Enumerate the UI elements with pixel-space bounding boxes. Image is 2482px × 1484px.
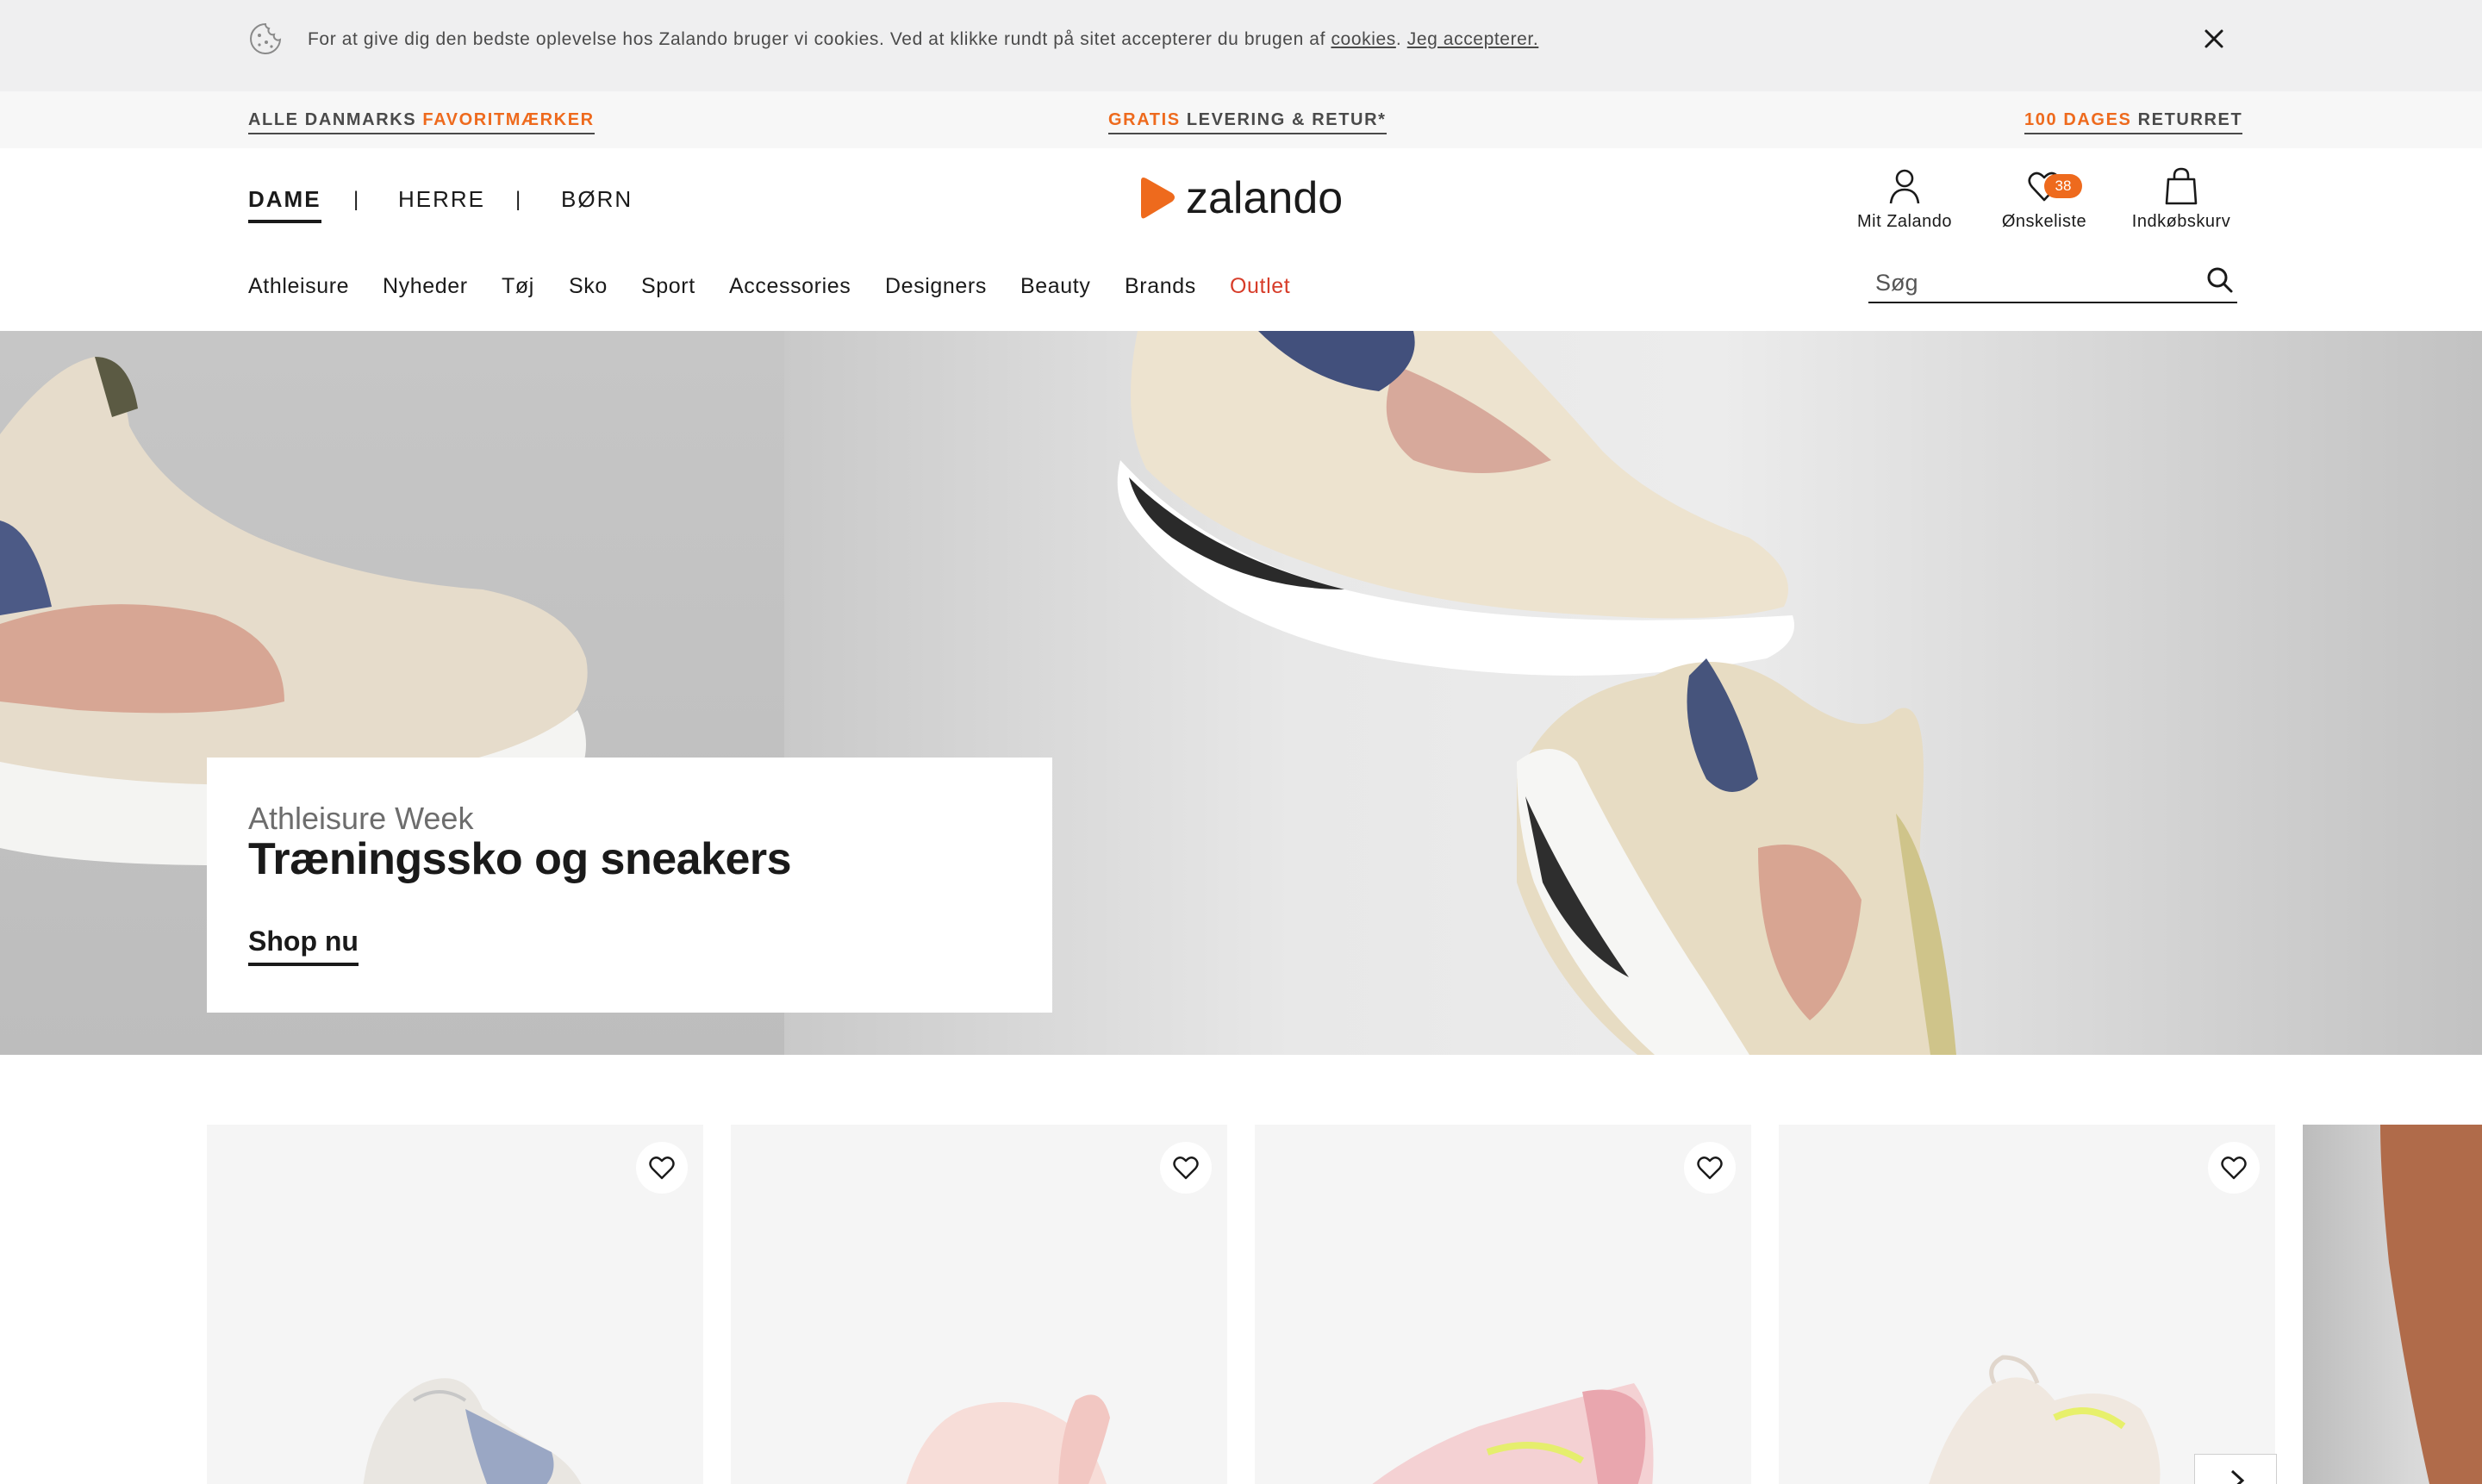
product-card[interactable]	[1255, 1125, 1751, 1484]
cookie-message: For at give dig den bedste oplevelse hos…	[308, 29, 1539, 49]
wishlist-label: Ønskeliste	[2001, 212, 2087, 231]
logo-text: zalando	[1186, 173, 1344, 223]
heart-icon	[2221, 1157, 2247, 1180]
wishlist-toggle[interactable]	[2208, 1142, 2260, 1194]
cookie-banner: For at give dig den bedste oplevelse hos…	[0, 0, 2482, 91]
promo-favorite-brands[interactable]: ALLE DANMARKS FAVORITMÆRKER	[248, 110, 595, 134]
nav-outlet[interactable]: Outlet	[1230, 274, 1290, 299]
wishlist-toggle[interactable]	[636, 1142, 688, 1194]
heart-icon	[1697, 1157, 1723, 1180]
nav-brands[interactable]: Brands	[1125, 274, 1196, 299]
wishlist-toggle[interactable]	[1684, 1142, 1736, 1194]
nav-athleisure[interactable]: Athleisure	[248, 274, 349, 299]
wishlist-button[interactable]: 38 Ønskeliste	[1992, 167, 2096, 232]
chevron-right-icon	[2230, 1469, 2245, 1484]
logo-play-icon	[1141, 178, 1175, 219]
promo-strip: ALLE DANMARKS FAVORITMÆRKER GRATIS LEVER…	[0, 91, 2482, 148]
hero-promo-card: Athleisure Week Træningssko og sneakers …	[207, 758, 1052, 1013]
product-image	[1372, 1383, 1654, 1484]
product-image	[906, 1394, 1110, 1484]
nav-sko[interactable]: Sko	[569, 274, 608, 299]
heart-icon	[1173, 1157, 1199, 1180]
product-image	[2380, 1125, 2482, 1484]
cookie-icon	[250, 22, 282, 54]
promo-return-policy[interactable]: 100 DAGES RETURRET	[2024, 110, 2243, 134]
account-label: Mit Zalando	[1857, 212, 1952, 231]
product-image	[363, 1378, 582, 1484]
zalando-logo[interactable]: zalando	[1136, 172, 1346, 224]
wishlist-count-badge: 38	[2044, 174, 2082, 198]
search-input[interactable]	[1875, 267, 2186, 298]
hero-title: Træningssko og sneakers	[248, 834, 792, 884]
search-bar	[1868, 264, 2237, 303]
cart-button[interactable]: Indkøbskurv	[2125, 167, 2237, 232]
product-image	[1929, 1355, 2161, 1484]
user-icon	[1889, 169, 1920, 204]
nav-accessories[interactable]: Accessories	[729, 274, 851, 299]
nav-designers[interactable]: Designers	[885, 274, 987, 299]
gender-tab-herre[interactable]: HERRE	[398, 186, 485, 213]
cookies-link[interactable]: cookies	[1331, 29, 1395, 49]
shopping-bag-icon	[2165, 167, 2198, 205]
hero-subtitle: Athleisure Week	[248, 801, 474, 836]
gender-tab-dame[interactable]: DAME	[248, 186, 321, 223]
product-card[interactable]	[1779, 1125, 2275, 1484]
search-icon[interactable]	[2203, 264, 2237, 298]
cookie-message-text: For at give dig den bedste oplevelse hos…	[308, 29, 1331, 49]
close-icon[interactable]	[2199, 24, 2229, 53]
site-header: DAME | HERRE | BØRN zalando Mit Zalando …	[0, 148, 2482, 331]
cart-label: Indkøbskurv	[2131, 212, 2231, 231]
hero-banner[interactable]: Athleisure Week Træningssko og sneakers …	[0, 331, 2482, 1055]
account-button[interactable]: Mit Zalando	[1853, 167, 1956, 232]
promo-free-delivery[interactable]: GRATIS LEVERING & RETUR*	[1108, 110, 1387, 134]
nav-nyheder[interactable]: Nyheder	[383, 274, 468, 299]
shop-now-link[interactable]: Shop nu	[248, 926, 359, 966]
product-card[interactable]	[731, 1125, 1227, 1484]
gender-separator: |	[515, 188, 521, 211]
nav-toj[interactable]: Tøj	[502, 274, 534, 299]
gender-separator: |	[353, 188, 359, 211]
product-carousel	[0, 1055, 2482, 1484]
product-card[interactable]	[207, 1125, 703, 1484]
nav-beauty[interactable]: Beauty	[1020, 274, 1090, 299]
product-card-partial[interactable]	[2303, 1125, 2482, 1484]
gender-tab-born[interactable]: BØRN	[561, 186, 633, 213]
accept-cookies-link[interactable]: Jeg accepterer.	[1407, 29, 1539, 49]
wishlist-toggle[interactable]	[1160, 1142, 1212, 1194]
heart-icon	[649, 1157, 675, 1180]
carousel-next-button[interactable]	[2194, 1454, 2277, 1484]
nav-sport[interactable]: Sport	[641, 274, 695, 299]
